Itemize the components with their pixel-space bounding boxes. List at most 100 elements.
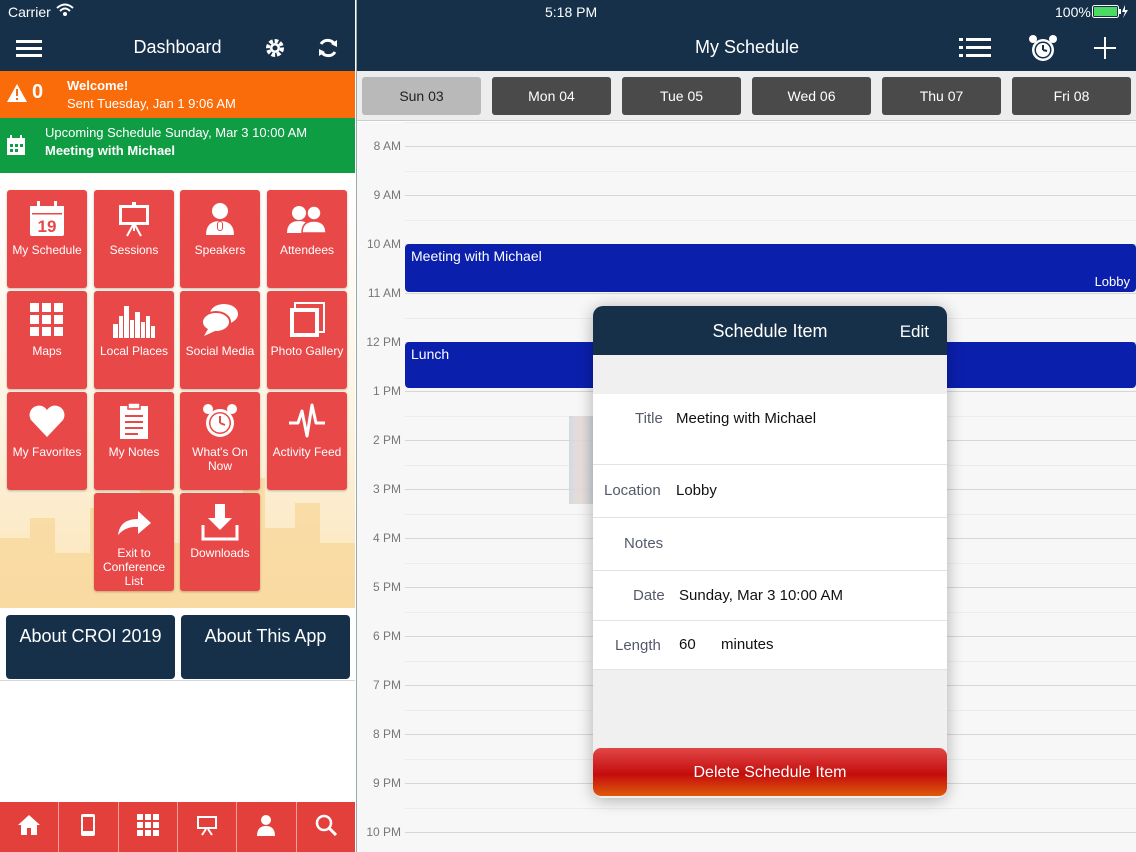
tile-whats-on-now[interactable]: What's On Now xyxy=(180,392,260,490)
tile-speakers[interactable]: Speakers xyxy=(180,190,260,288)
carrier-label: Carrier xyxy=(8,4,51,20)
event-title: Lunch xyxy=(411,346,450,362)
tile-label: Attendees xyxy=(279,243,335,257)
half-hour-line xyxy=(405,220,1136,221)
half-hour-line xyxy=(405,808,1136,809)
title-value[interactable]: Meeting with Michael xyxy=(676,410,816,427)
tile-label: Local Places xyxy=(99,344,169,358)
day-tab-tue[interactable]: Tue 05 xyxy=(622,77,741,115)
tab-grid[interactable] xyxy=(119,802,178,852)
length-row: Length 60 minutes xyxy=(593,621,947,670)
upcoming-line1: Upcoming Schedule Sunday, Mar 3 10:00 AM xyxy=(45,125,308,140)
heart-icon xyxy=(7,402,87,440)
tile-my-schedule[interactable]: 19 My Schedule xyxy=(7,190,87,288)
warning-icon xyxy=(7,84,27,107)
event-title: Meeting with Michael xyxy=(411,248,542,264)
event-meeting-with-michael[interactable]: Meeting with Michael Lobby xyxy=(405,244,1136,292)
map-grid-icon xyxy=(7,301,87,339)
calendar-day-number: 19 xyxy=(38,217,57,236)
tile-label: My Favorites xyxy=(12,445,82,459)
tile-label: Downloads xyxy=(190,546,250,560)
tab-home[interactable] xyxy=(0,802,60,852)
hour-label: 6 PM xyxy=(372,629,401,643)
location-label: Location xyxy=(604,482,661,499)
day-selector: Sun 03 Mon 04 Tue 05 Wed 06 Thu 07 Fri 0… xyxy=(357,71,1136,121)
length-label: Length xyxy=(615,637,661,654)
status-time: 5:18 PM xyxy=(545,4,598,20)
hour-line xyxy=(405,293,1136,294)
alarm-clock-icon xyxy=(180,402,260,440)
tile-label: Sessions xyxy=(109,243,159,257)
length-value[interactable]: 60 xyxy=(679,636,696,653)
about-croi-button[interactable]: About CROI 2019 xyxy=(6,615,175,679)
tile-label: My Notes xyxy=(108,445,160,459)
hour-line xyxy=(405,146,1136,147)
calendar-small-icon xyxy=(7,135,25,160)
tab-search[interactable] xyxy=(297,802,355,852)
tab-speakers[interactable] xyxy=(237,802,297,852)
day-tab-thu[interactable]: Thu 07 xyxy=(882,77,1001,115)
tile-local-places[interactable]: Local Places xyxy=(94,291,174,389)
day-tab-mon[interactable]: Mon 04 xyxy=(492,77,611,115)
half-hour-line xyxy=(405,122,1136,123)
tile-sessions[interactable]: Sessions xyxy=(94,190,174,288)
tile-label: Social Media xyxy=(185,344,255,358)
notes-row[interactable]: Notes xyxy=(593,518,947,571)
half-hour-line xyxy=(405,171,1136,172)
tile-maps[interactable]: Maps xyxy=(7,291,87,389)
tile-label: Maps xyxy=(32,344,62,358)
refresh-icon[interactable] xyxy=(314,34,342,62)
tab-device[interactable] xyxy=(59,802,119,852)
hour-label: 9 PM xyxy=(372,776,401,790)
dashboard-tiles: 19 My Schedule Sessions Speakers Attende… xyxy=(0,173,355,608)
tile-exit-to-conference-list[interactable]: Exit to Conference List xyxy=(94,493,174,591)
dashboard-title: Dashboard xyxy=(133,37,222,57)
day-tab-wed[interactable]: Wed 06 xyxy=(752,77,871,115)
event-location: Lobby xyxy=(1094,274,1130,289)
tile-label: Exit to Conference List xyxy=(102,546,166,588)
welcome-alert-banner[interactable]: 0 Welcome! Sent Tuesday, Jan 1 9:06 AM xyxy=(0,71,355,118)
title-label: Title xyxy=(635,410,663,427)
list-icon[interactable] xyxy=(959,34,991,62)
tile-attendees[interactable]: Attendees xyxy=(267,190,347,288)
chat-bubbles-icon xyxy=(180,301,260,339)
gear-icon[interactable] xyxy=(261,34,289,62)
date-value[interactable]: Sunday, Mar 3 10:00 AM xyxy=(679,587,843,604)
tile-downloads[interactable]: Downloads xyxy=(180,493,260,591)
exit-arrow-icon xyxy=(94,503,174,541)
about-app-button[interactable]: About This App xyxy=(181,615,350,679)
delete-schedule-item-button[interactable]: Delete Schedule Item xyxy=(593,748,947,796)
home-icon xyxy=(18,814,41,840)
tile-label: Speakers xyxy=(194,243,246,257)
hour-label: 10 AM xyxy=(366,237,401,251)
alert-title: Welcome! xyxy=(67,78,129,93)
dashboard-panel: Carrier Dashboard 0 Welcome! Sent Tuesda… xyxy=(0,0,355,852)
alarm-clock-icon[interactable] xyxy=(1027,34,1059,62)
activity-icon xyxy=(267,402,347,440)
tile-photo-gallery[interactable]: Photo Gallery xyxy=(267,291,347,389)
hour-label: 9 AM xyxy=(373,188,401,202)
tile-activity-feed[interactable]: Activity Feed xyxy=(267,392,347,490)
notes-icon xyxy=(94,402,174,440)
hour-label: 8 PM xyxy=(372,727,401,741)
search-icon xyxy=(315,814,337,841)
map-thumbnail xyxy=(569,416,593,504)
hour-label: 2 PM xyxy=(372,433,401,447)
tile-social-media[interactable]: Social Media xyxy=(180,291,260,389)
day-tab-sun[interactable]: Sun 03 xyxy=(362,77,481,115)
schedule-title: My Schedule xyxy=(694,37,800,57)
photos-icon xyxy=(267,301,347,339)
battery-icon xyxy=(1092,5,1128,21)
hour-label: 10 PM xyxy=(366,825,401,839)
upcoming-schedule-banner[interactable]: Upcoming Schedule Sunday, Mar 3 10:00 AM… xyxy=(0,118,355,173)
day-tab-fri[interactable]: Fri 08 xyxy=(1012,77,1131,115)
tile-my-favorites[interactable]: My Favorites xyxy=(7,392,87,490)
attendees-icon xyxy=(267,200,347,238)
hour-label: 4 PM xyxy=(372,531,401,545)
hour-label: 12 PM xyxy=(366,335,401,349)
edit-button[interactable]: Edit xyxy=(900,322,929,342)
add-icon[interactable] xyxy=(1091,34,1119,62)
location-value[interactable]: Lobby xyxy=(676,482,717,499)
tile-my-notes[interactable]: My Notes xyxy=(94,392,174,490)
tab-sessions[interactable] xyxy=(178,802,238,852)
